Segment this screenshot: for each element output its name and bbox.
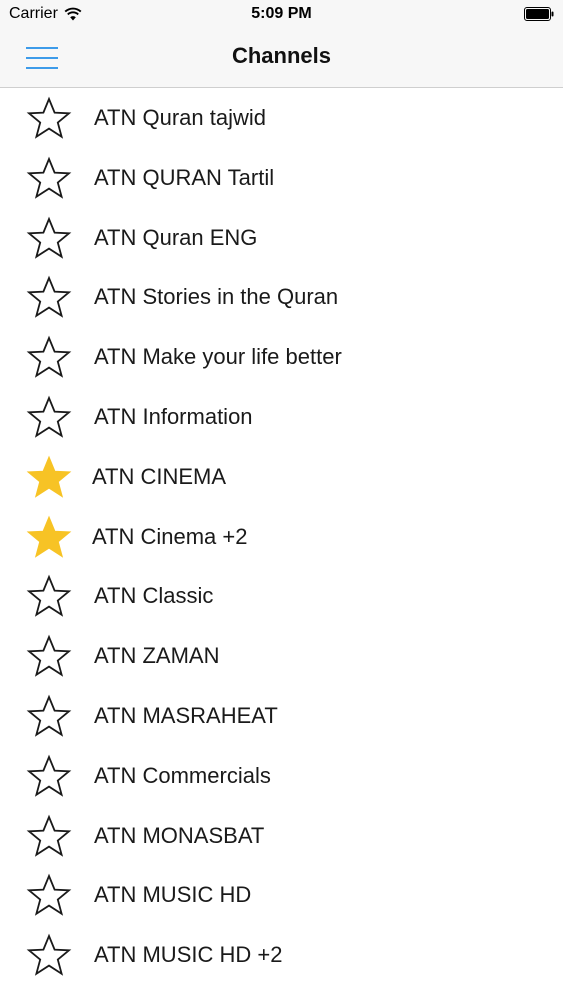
channel-name: ATN ZAMAN [94,643,220,669]
star-filled-icon[interactable] [26,515,72,561]
star-outline-icon[interactable] [26,933,72,979]
star-outline-icon[interactable] [26,275,72,321]
battery-full-icon [524,7,554,21]
channel-row[interactable]: ATN Quran tajwid [0,88,563,148]
channel-row[interactable]: ATN Stories in the Quran [0,267,563,327]
navigation-bar: Channels [0,30,563,88]
channel-row[interactable]: ATN Cinema +2 [0,507,563,567]
channel-name: ATN Make your life better [94,344,342,370]
star-outline-icon[interactable] [26,814,72,860]
channel-row[interactable]: ATN Commercials [0,746,563,806]
channel-name: ATN Cinema +2 [92,523,248,549]
channel-name: ATN Quran ENG [94,224,258,250]
channel-row[interactable]: ATN Information [0,387,563,447]
channel-row[interactable]: ATN ZAMAN [0,626,563,686]
channel-name: ATN Quran tajwid [94,105,266,130]
channel-row[interactable]: ATN Classic [0,566,563,626]
channel-name: ATN QURAN Tartil [94,164,275,190]
channel-row[interactable]: ATN MASRAHEAT [0,686,563,746]
channel-name: ATN Classic [94,583,214,609]
channel-name: ATN MUSIC HD +2 [94,942,283,968]
channel-row[interactable]: ATN CINEMA [0,447,563,507]
star-outline-icon[interactable] [26,574,72,620]
status-bar: Carrier 5:09 PM [0,0,563,30]
channel-name: ATN Stories in the Quran [94,284,339,310]
star-outline-icon[interactable] [26,395,72,441]
channel-name: ATN Commercials [94,762,271,788]
channel-row[interactable]: ATN MONASBAT [0,806,563,866]
channel-row[interactable]: ATN Make your life better [0,327,563,387]
star-outline-icon[interactable] [26,96,72,142]
channel-row[interactable]: ATN MUSIC HD +2 [0,925,563,985]
channel-row[interactable]: ATN QURAN Tartil [0,148,563,208]
channel-name: ATN Information [94,403,253,429]
star-outline-icon[interactable] [26,156,72,202]
status-time: 5:09 PM [251,5,312,22]
channel-name: ATN CINEMA [92,463,227,489]
star-outline-icon[interactable] [26,754,72,800]
star-outline-icon[interactable] [26,634,72,680]
star-outline-icon[interactable] [26,873,72,919]
channel-name: ATN MUSIC HD [94,882,252,908]
channel-row[interactable]: ATN MUSIC HD [0,865,563,925]
channel-name: ATN MONASBAT [94,822,265,848]
page-title: Channels [231,43,332,68]
star-outline-icon[interactable] [26,335,72,381]
channel-name: ATN MASRAHEAT [94,702,278,728]
channel-list: ATN Quran tajwid ATN QURAN Tartil ATN Qura… [0,88,563,985]
star-filled-icon[interactable] [26,455,72,501]
channels-screen: Carrier 5:09 PM Channels ATN Quran tajwi… [0,0,563,1000]
star-outline-icon[interactable] [26,694,72,740]
channel-row[interactable]: ATN Quran ENG [0,208,563,268]
star-outline-icon[interactable] [26,216,72,262]
